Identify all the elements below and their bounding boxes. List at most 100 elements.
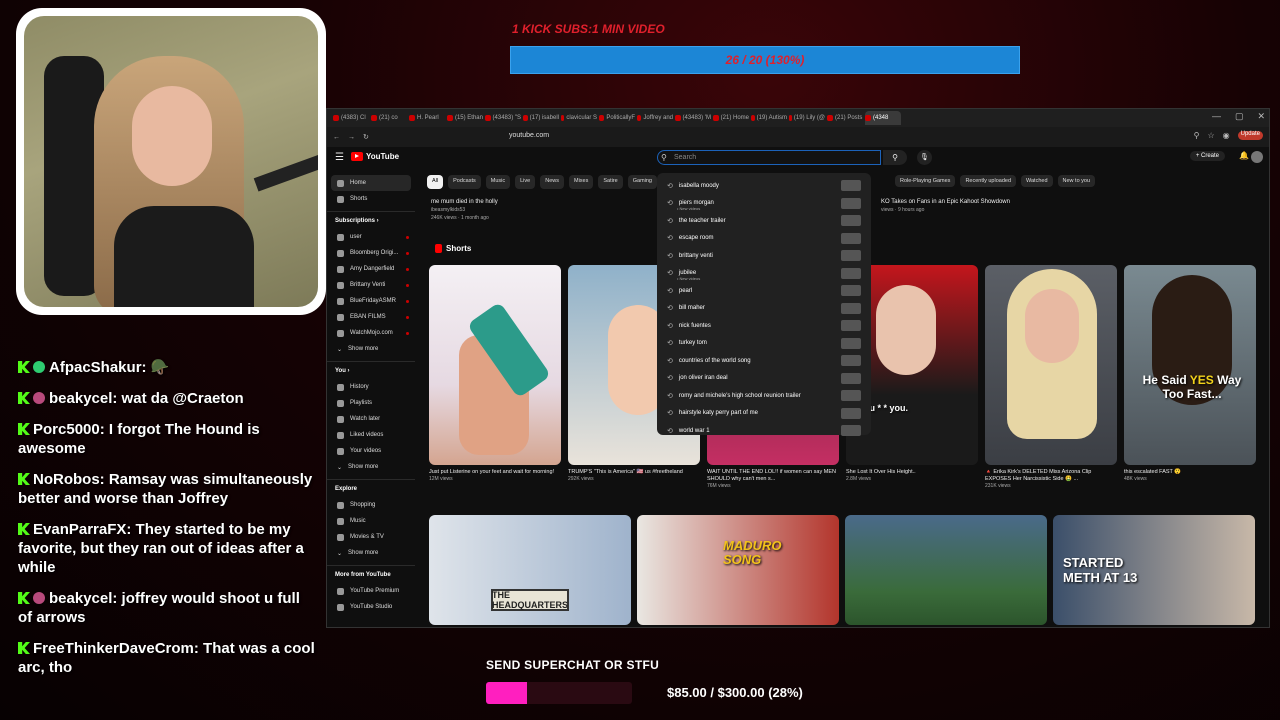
browser-tab[interactable]: PoliticallyF: [599, 111, 635, 125]
you-header[interactable]: You ›: [327, 361, 415, 379]
sidebar-item[interactable]: Liked videos: [327, 427, 415, 443]
notifications-icon[interactable]: 🔔: [1239, 151, 1249, 160]
top-video-right[interactable]: KO Takes on Fans in an Epic Kahoot Showd…: [881, 199, 1010, 213]
close-icon[interactable]: ✕: [1257, 111, 1265, 122]
show-more-explore[interactable]: ⌄ Show more: [327, 545, 415, 561]
browser-tab[interactable]: (21) Posts: [827, 111, 863, 125]
hamburger-menu-icon[interactable]: ☰: [335, 152, 344, 163]
browser-tab[interactable]: (15) Ethan: [447, 111, 483, 125]
forward-icon[interactable]: →: [348, 134, 355, 141]
sidebar-item-home[interactable]: Home: [331, 175, 411, 191]
sidebar-item[interactable]: EBAN FILMS: [327, 309, 415, 325]
filter-chip[interactable]: Music: [485, 175, 511, 189]
search-suggestion[interactable]: ⟲ romy and michele's high school reunion …: [657, 387, 871, 405]
extensions-icon[interactable]: ⚲: [1194, 131, 1200, 140]
browser-tab[interactable]: (17) isabell: [523, 111, 559, 125]
sidebar-item[interactable]: user: [327, 229, 415, 245]
sidebar-item[interactable]: Watch later: [327, 411, 415, 427]
show-more-you[interactable]: ⌄ Show more: [327, 459, 415, 475]
search-suggestion[interactable]: ⟲ bill maher: [657, 300, 871, 318]
browser-tab[interactable]: (4383) Cl: [333, 111, 369, 125]
filter-chip[interactable]: Gaming: [627, 175, 657, 189]
subscriptions-header[interactable]: Subscriptions ›: [327, 211, 415, 229]
filter-chip[interactable]: Live: [515, 175, 536, 189]
search-button[interactable]: ⚲: [883, 150, 907, 165]
bookmark-icon[interactable]: ☆: [1207, 131, 1214, 140]
search-suggestion[interactable]: ⟲ piers morgan • New videos: [657, 195, 871, 213]
video-title[interactable]: me mum died in the holly: [431, 199, 498, 205]
short-thumbnail-1[interactable]: [429, 265, 561, 465]
search-suggestion[interactable]: ⟲ pearl: [657, 282, 871, 300]
browser-tab[interactable]: Joffrey and: [637, 111, 673, 125]
short-caption[interactable]: this escalated FAST 😲 48K views: [1124, 469, 1256, 483]
chat-username[interactable]: EvanParraFX:: [33, 521, 131, 538]
minimize-icon[interactable]: —: [1212, 111, 1221, 122]
short-title[interactable]: Just put Listerine on your feet and wait…: [429, 469, 561, 476]
maximize-icon[interactable]: ▢: [1235, 111, 1244, 122]
browser-tab[interactable]: (21) Home: [713, 111, 749, 125]
chat-username[interactable]: Porc5000:: [33, 421, 105, 438]
browser-tab[interactable]: (19) Lily (@: [789, 111, 825, 125]
short-title[interactable]: WAIT UNTIL THE END LOL!! if women can sa…: [707, 469, 839, 483]
sidebar-item[interactable]: Shopping: [327, 497, 415, 513]
search-suggestion[interactable]: ⟲ turkey tom: [657, 335, 871, 353]
chat-username[interactable]: AfpacShakur:: [49, 359, 147, 376]
short-caption[interactable]: Just put Listerine on your feet and wait…: [429, 469, 561, 483]
browser-tab[interactable]: (19) Autism: [751, 111, 787, 125]
browser-tab[interactable]: H. Pearl: [409, 111, 445, 125]
sidebar-item[interactable]: Bloomberg Origi...: [327, 245, 415, 261]
voice-search-icon[interactable]: 🎙: [917, 150, 932, 165]
filter-chip[interactable]: News: [540, 175, 564, 189]
browser-tab[interactable]: (4348: [865, 111, 901, 125]
sidebar-item[interactable]: Playlists: [327, 395, 415, 411]
sidebar-item-shorts[interactable]: Shorts: [327, 191, 415, 207]
video-thumbnail-3[interactable]: [845, 515, 1047, 625]
filter-chip[interactable]: New to you: [1057, 175, 1096, 187]
browser-tab[interactable]: (43483) "S: [485, 111, 521, 125]
browser-tab[interactable]: (43483) 'M: [675, 111, 711, 125]
chat-username[interactable]: beakycel:: [49, 590, 117, 607]
short-caption[interactable]: 🔺 Erika Kirk's DELETED Miss Arizona Clip…: [985, 469, 1117, 490]
sidebar-item[interactable]: BlueFridayASMR: [327, 293, 415, 309]
search-suggestion[interactable]: ⟲ isabella moody: [657, 177, 871, 195]
short-title[interactable]: 🔺 Erika Kirk's DELETED Miss Arizona Clip…: [985, 469, 1117, 483]
show-more-subscriptions[interactable]: ⌄ Show more: [327, 341, 415, 357]
video-thumbnail-4[interactable]: STARTED METH AT 13: [1053, 515, 1255, 625]
sidebar-item[interactable]: YouTube Studio: [327, 599, 415, 615]
chat-username[interactable]: FreeThinkerDaveCrom:: [33, 640, 199, 657]
chat-username[interactable]: NoRobos:: [33, 471, 105, 488]
sidebar-item[interactable]: WatchMojo.com: [327, 325, 415, 341]
sidebar-item[interactable]: History: [327, 379, 415, 395]
browser-tab[interactable]: clavicular S: [561, 111, 597, 125]
search-suggestion[interactable]: ⟲ escape room: [657, 230, 871, 248]
short-thumbnail-6[interactable]: He Said YES Way Too Fast...: [1124, 265, 1256, 465]
search-suggestion[interactable]: ⟲ hairstyle katy perry part of me: [657, 405, 871, 423]
short-title[interactable]: TRUMP'S "This is America" 🇺🇸 us #freethe…: [568, 469, 700, 476]
short-caption[interactable]: TRUMP'S "This is America" 🇺🇸 us #freethe…: [568, 469, 700, 483]
back-icon[interactable]: ←: [333, 134, 340, 141]
video-thumbnail-2[interactable]: MADURO SONG: [637, 515, 839, 625]
chat-username[interactable]: beakycel:: [49, 390, 117, 407]
top-video-left[interactable]: me mum died in the holly ibeasmylkids53 …: [431, 199, 498, 221]
short-caption[interactable]: WAIT UNTIL THE END LOL!! if women can sa…: [707, 469, 839, 490]
search-suggestion[interactable]: ⟲ jubilee • New videos: [657, 265, 871, 283]
profile-icon[interactable]: ◉: [1223, 131, 1230, 140]
search-suggestion[interactable]: ⟲ nick fuentes: [657, 317, 871, 335]
avatar[interactable]: [1251, 151, 1263, 163]
search-suggestion[interactable]: ⟲ jon oliver iran deal: [657, 370, 871, 388]
filter-chip[interactable]: Satire: [598, 175, 623, 189]
create-button[interactable]: + Create: [1189, 151, 1225, 161]
search-suggestion[interactable]: ⟲ the teacher trailer: [657, 212, 871, 230]
search-suggestion[interactable]: ⟲ world war 1: [657, 422, 871, 440]
search-suggestion[interactable]: ⟲ countries of the world song: [657, 352, 871, 370]
sidebar-item[interactable]: Music: [327, 513, 415, 529]
video-channel[interactable]: ibeasmylkids53: [431, 207, 498, 213]
short-caption[interactable]: She Lost It Over His Height.. 2.8M views: [846, 469, 978, 483]
reload-icon[interactable]: ↻: [363, 133, 369, 141]
search-suggestion[interactable]: ⟲ brittany venti: [657, 247, 871, 265]
filter-chip[interactable]: Podcasts: [448, 175, 481, 189]
filter-chip[interactable]: All: [427, 175, 444, 189]
sidebar-item[interactable]: Your videos: [327, 443, 415, 459]
video-thumbnail-1[interactable]: THE HEADQUARTERS: [429, 515, 631, 625]
youtube-logo[interactable]: YouTube: [351, 152, 399, 161]
